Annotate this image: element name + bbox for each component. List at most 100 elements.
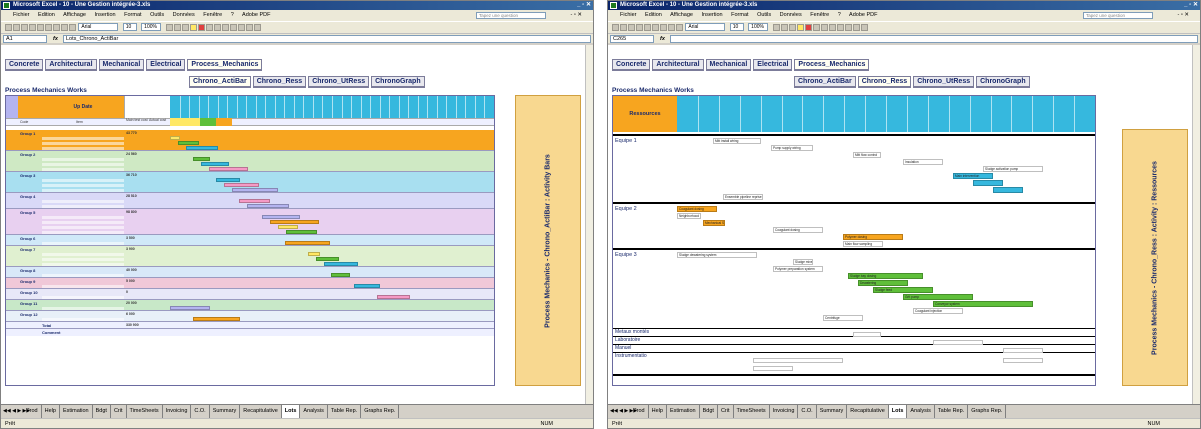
nav-concrete[interactable]: Concrete xyxy=(612,59,651,71)
resource-bar[interactable]: Sludge activation pump xyxy=(983,166,1043,172)
menu-format[interactable]: Format xyxy=(731,12,748,18)
resource-bar[interactable] xyxy=(753,366,793,371)
menu-insertion[interactable]: Insertion xyxy=(94,12,115,18)
activity-bar[interactable] xyxy=(262,215,300,219)
activity-bar[interactable] xyxy=(308,252,320,256)
resource-bar[interactable] xyxy=(933,340,983,345)
resource-bar[interactable] xyxy=(973,180,1003,186)
nav-architectural[interactable]: Architectural xyxy=(652,59,704,71)
resource-bar[interactable]: Mitt install wiring xyxy=(713,138,761,144)
menu-adobe-pdf[interactable]: Adobe PDF xyxy=(242,12,270,18)
activity-bar[interactable] xyxy=(186,146,218,150)
activity-bar[interactable] xyxy=(354,284,380,288)
tab-graphs-rep[interactable]: Graphs Rep. xyxy=(361,405,400,418)
resource-bar[interactable]: Main flow sampling xyxy=(843,241,883,247)
menu-affichage[interactable]: Affichage xyxy=(63,12,86,18)
menu-fenetre[interactable]: Fenêtre xyxy=(810,12,829,18)
borders-icon[interactable] xyxy=(844,24,852,31)
activity-bar[interactable] xyxy=(232,188,278,192)
resource-bar[interactable]: Insulation xyxy=(903,159,943,165)
preview-icon[interactable] xyxy=(37,24,44,31)
save-icon[interactable] xyxy=(628,24,635,31)
resource-bar[interactable]: Sludge mixer xyxy=(793,259,813,265)
menu-outils[interactable]: Outils xyxy=(757,12,771,18)
zoom-select[interactable]: 100% xyxy=(748,23,769,31)
underline-icon[interactable] xyxy=(788,24,796,31)
fill-color-icon[interactable] xyxy=(796,24,804,31)
name-box[interactable]: C265 xyxy=(610,35,654,43)
autosum-icon[interactable] xyxy=(668,24,675,31)
tab-invoicing[interactable]: Invoicing xyxy=(163,405,192,418)
font-name-select[interactable]: Arial xyxy=(685,23,726,31)
italic-icon[interactable] xyxy=(173,24,181,31)
name-box[interactable]: A1 xyxy=(3,35,47,43)
menu-fenetre[interactable]: Fenêtre xyxy=(203,12,222,18)
resource-bar[interactable]: Dewatering xyxy=(858,280,908,286)
menu-fichier[interactable]: Fichier xyxy=(620,12,637,18)
font-color-icon[interactable] xyxy=(804,24,812,31)
activity-bar[interactable] xyxy=(377,295,410,299)
resource-bar[interactable]: Grit pump xyxy=(903,294,973,300)
nav-chrono-utress[interactable]: Chrono_UtRess xyxy=(913,76,975,88)
activity-bar[interactable] xyxy=(170,136,180,140)
tab-recapitulative[interactable]: Recapitulative xyxy=(240,405,282,418)
menu-help[interactable]: ? xyxy=(838,12,841,18)
new-icon[interactable] xyxy=(5,24,12,31)
tab-estimation[interactable]: Estimation xyxy=(60,405,93,418)
resource-bar[interactable]: Main intervention xyxy=(953,173,993,179)
activity-bar[interactable] xyxy=(224,183,259,187)
vertical-scrollbar[interactable] xyxy=(585,45,593,404)
menu-edition[interactable]: Edition xyxy=(38,12,55,18)
tab-table-rep[interactable]: Table Rep. xyxy=(935,405,969,418)
undo-icon[interactable] xyxy=(652,24,659,31)
menu-adobe-pdf[interactable]: Adobe PDF xyxy=(849,12,877,18)
resource-bar[interactable]: Ensemble pipeline reprise xyxy=(723,194,763,200)
nav-chrono-ress[interactable]: Chrono_Ress xyxy=(857,76,912,88)
menu-edition[interactable]: Edition xyxy=(645,12,662,18)
menu-outils[interactable]: Outils xyxy=(150,12,164,18)
tab-analysis[interactable]: Analysis xyxy=(907,405,935,418)
zoom-select[interactable]: 100% xyxy=(141,23,162,31)
font-size-select[interactable]: 10 xyxy=(729,23,744,31)
activity-bar[interactable] xyxy=(286,230,317,234)
function-icon[interactable] xyxy=(676,24,683,31)
resource-bar[interactable]: Coagulant dosing xyxy=(677,206,717,212)
resource-bar[interactable]: Mechanical Screen xyxy=(703,220,725,226)
menu-affichage[interactable]: Affichage xyxy=(670,12,693,18)
align-left-icon[interactable] xyxy=(205,24,213,31)
nav-chronograph[interactable]: ChronoGraph xyxy=(371,76,425,88)
resource-bar[interactable]: Sludge bay dosing xyxy=(848,273,923,279)
fx-icon[interactable]: fx xyxy=(660,34,665,44)
autosum-icon[interactable] xyxy=(61,24,68,31)
resource-bar[interactable] xyxy=(853,332,881,337)
activity-bar[interactable] xyxy=(201,162,229,166)
activity-bar[interactable] xyxy=(193,157,210,161)
nav-chronograph[interactable]: ChronoGraph xyxy=(976,76,1030,88)
underline-icon[interactable] xyxy=(181,24,189,31)
menu-fichier[interactable]: Fichier xyxy=(13,12,30,18)
outdent-icon[interactable] xyxy=(860,24,868,31)
italic-icon[interactable] xyxy=(780,24,788,31)
activity-bar[interactable] xyxy=(270,220,319,224)
worksheet-grid[interactable]: Concrete Architectural Mechanical Electrica… xyxy=(1,45,585,404)
activity-bar[interactable] xyxy=(239,199,270,203)
align-right-icon[interactable] xyxy=(828,24,836,31)
tab-nav-arrows[interactable]: ◀◀ ◀ ▶ ▶▶ xyxy=(3,405,30,418)
resource-bar[interactable] xyxy=(993,187,1023,193)
resource-bar[interactable]: Sludge dewatering system xyxy=(677,252,757,258)
print-icon[interactable] xyxy=(636,24,643,31)
resource-bar[interactable]: Polymer dosing xyxy=(843,234,903,240)
tab-crit[interactable]: Crit xyxy=(718,405,734,418)
tab-bdgt[interactable]: Bdgt xyxy=(93,405,111,418)
tab-help[interactable]: Help xyxy=(649,405,667,418)
tab-summary[interactable]: Summary xyxy=(817,405,848,418)
menu-insertion[interactable]: Insertion xyxy=(701,12,722,18)
align-right-icon[interactable] xyxy=(221,24,229,31)
resource-bar[interactable] xyxy=(753,358,843,363)
fx-icon[interactable]: fx xyxy=(53,34,58,44)
outdent-icon[interactable] xyxy=(253,24,261,31)
activity-bar[interactable] xyxy=(316,257,339,261)
menu-format[interactable]: Format xyxy=(124,12,141,18)
worksheet-grid[interactable]: Concrete Architectural Mechanical Electrica… xyxy=(608,45,1192,404)
workbook-controls[interactable]: - ▫ ✕ xyxy=(571,10,582,21)
